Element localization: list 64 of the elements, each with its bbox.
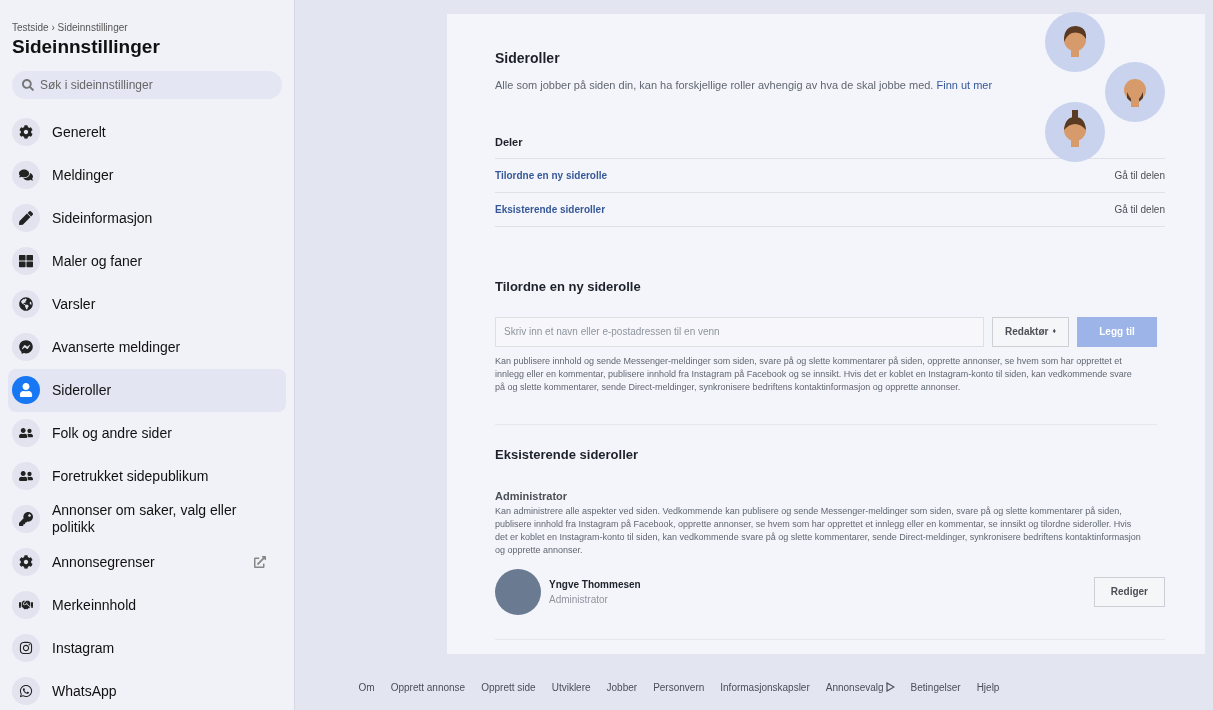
sidebar-item[interactable]: Avanserte meldinger [8,325,286,369]
people-icon [12,419,40,448]
name-input-field[interactable]: Skriv inn et navn eller e-postadressen til en venn [495,316,985,347]
gear-icon [12,118,40,147]
footer-link[interactable]: Betingelser [910,679,961,695]
footer-link[interactable]: Personvern [653,679,705,695]
role-description: Kan publisere innhold og sende Messenger-meldinger som siden, svare på og slette kommentarer på siden, opprette annonser, se hvem som har opprettet et innlegg eller en kommentar, publisere innhold fra Instagram på Facebook og se innsikt. Hvis det er koblet en Instagram-konto til siden, kan vedkommende svare på og slette kommentarer, sende Direct-meldinger, synkronisere bedriftens kontaktinformasjon og opprette annonser. [495,354,1133,394]
footer-link[interactable]: Opprett annonse [390,679,466,695]
profile-photo-placeholder [495,568,541,615]
sidebar-item[interactable]: Maler og faner [8,239,286,283]
person-avatar-icon [1045,12,1105,72]
phone-chat-icon [12,677,40,706]
edit-button[interactable]: Rediger [1093,576,1165,607]
gear-icon [12,548,40,577]
sidebar-item[interactable]: Varsler [8,282,286,326]
camera-icon [12,634,40,663]
go-to-section-link[interactable]: Gå til delen [1114,168,1165,183]
person-name: Yngve Thommesen [549,577,642,592]
breadcrumb: Testside › Sideinnstillinger [11,21,129,35]
section-description: Alle som jobber på siden din, kan ha forskjellige roller avhengig av hva de skal jobbe med. [495,79,935,91]
sidebar-item[interactable]: Sideroller [8,368,286,412]
sidebar-item[interactable]: Foretrukket sidepublikum [8,454,286,498]
existing-heading: Eksisterende sideroller [495,445,640,464]
section-link[interactable]: Tilordne en ny siderolle [495,168,608,183]
pencil-icon [12,204,40,233]
sidebar-item[interactable]: WhatsApp [8,669,286,710]
sidebar-item[interactable]: Generelt [8,110,286,154]
person-avatar-icon [1105,62,1165,122]
person-avatar-icon [1045,102,1105,162]
sidebar-item[interactable]: Annonser om saker, valg eller politikk [8,497,286,541]
go-to-section-link[interactable]: Gå til delen [1114,202,1165,217]
sidebar-item[interactable]: Meldinger [8,153,286,197]
key-icon [12,505,40,534]
page-title: Sideinnstillinger [11,35,161,59]
handshake-icon [12,591,40,620]
footer-link[interactable]: Annonsevalg [825,679,884,695]
footer-link[interactable]: Hjelp [976,679,1000,695]
search-field[interactable]: Søk i sideinnstillinger [12,70,282,99]
sidebar-item[interactable]: Folk og andre sider [8,411,286,455]
footer-link[interactable]: Om [358,679,375,695]
search-icon [22,78,34,91]
footer-link[interactable]: Informasjonskapsler [720,679,810,695]
footer-link[interactable]: Jobber [606,679,638,695]
sidebar-item[interactable]: Annonsegrenser [8,540,286,584]
sidebar-item[interactable]: Instagram [8,626,286,670]
person-role: Administrator [549,592,609,607]
section-title: Sideroller [495,49,561,68]
people-icon [12,462,40,491]
triangle-icon [885,682,895,692]
chat-bolt-icon [12,333,40,362]
person-icon [12,376,40,405]
sidebar-item[interactable]: Sideinformasjon [8,196,286,240]
learn-more-link[interactable]: Finn ut mer [936,79,993,91]
assign-heading: Tilordne en ny siderolle [495,278,642,296]
chat-bubbles-icon [12,161,40,190]
role-description: Kan administrere alle aspekter ved siden. Vedkommende kan publisere og sende Messenger-meldinger som siden, svare på og slette kommentarer på siden, publisere innhold fra Instagram på Facebook, opprette annonser, se hvem som har opprettet et innlegg eller en kommentar, se innsikt og tilordne sideroller. Hvis det er koblet en Instagram-konto til siden, kan vedkommende svare på og slette kommentarer, sende Direct-meldinger, synkronisere bedriftens kontaktinformasjon og opprette annonser. [495,504,1142,557]
globe-icon [12,290,40,319]
parts-heading: Deler [495,134,524,150]
sidebar-item[interactable]: Merkeinnhold [8,583,286,627]
role-title: Administrator [495,489,569,504]
footer-link[interactable]: Utviklere [551,679,591,695]
grid-icon [12,247,40,276]
footer-link[interactable]: Opprett side [481,679,536,695]
section-link[interactable]: Eksisterende sideroller [495,202,606,217]
